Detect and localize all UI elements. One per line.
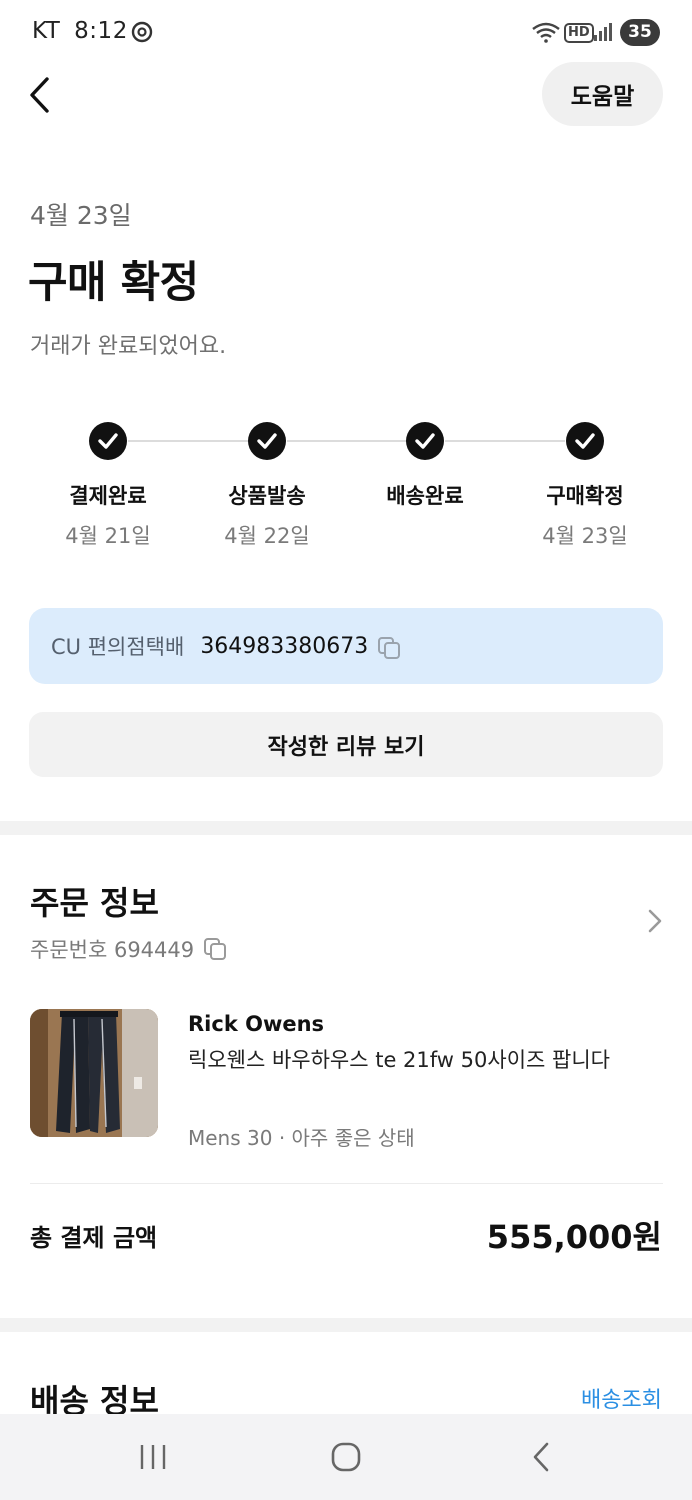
tracking-box[interactable]: CU 편의점택배 364983380673 [29, 608, 663, 684]
check-icon [248, 422, 286, 460]
step-shipped: 상품발송 4월 22일 [197, 420, 337, 550]
home-icon[interactable] [330, 1442, 362, 1472]
status-carrier-time: KT 8:12 [32, 18, 128, 44]
step-label: 결제완료 [69, 484, 147, 508]
step-date: 4월 23일 [542, 524, 628, 548]
step-payment: 결제완료 4월 21일 [38, 420, 178, 550]
copy-icon[interactable] [376, 635, 402, 661]
product-brand: Rick Owens [188, 1012, 325, 1036]
wifi-icon [532, 22, 560, 43]
battery-indicator: 35 [620, 19, 660, 46]
total-amount: 555,000원 [486, 1218, 662, 1256]
section-divider [0, 821, 692, 835]
chevron-left-icon [30, 77, 49, 113]
carrier-name: KT [32, 18, 61, 44]
order-info-title: 주문 정보 [30, 884, 159, 922]
status-subtitle: 거래가 완료되었어요. [30, 334, 227, 359]
status-bar: KT 8:12 HD 35 [0, 0, 692, 66]
page-title: 구매 확정 [28, 258, 199, 308]
chevron-right-icon[interactable] [647, 908, 663, 934]
back-button[interactable] [20, 72, 60, 118]
product-meta: Mens 30 · 아주 좋은 상태 [188, 1126, 415, 1150]
check-icon [406, 422, 444, 460]
order-number: 주문번호 694449 [30, 938, 195, 962]
step-label: 배송완료 [386, 484, 464, 508]
section-divider [0, 1318, 692, 1332]
help-button[interactable]: 도움말 [542, 62, 663, 126]
hd-badge: HD [564, 23, 594, 43]
step-label: 상품발송 [228, 484, 306, 508]
step-date: 4월 21일 [65, 524, 151, 548]
signal-icon [594, 23, 612, 41]
view-review-button[interactable]: 작성한 리뷰 보기 [29, 712, 663, 777]
step-label: 구매확정 [546, 484, 624, 508]
total-label: 총 결제 금액 [30, 1224, 158, 1252]
order-number-row[interactable]: 주문번호 694449 [30, 934, 228, 964]
step-delivered: 배송완료 [355, 420, 495, 520]
product-thumbnail[interactable] [30, 1009, 158, 1137]
step-confirmed: 구매확정 4월 23일 [515, 420, 655, 550]
product-name[interactable]: 릭오웬스 바우하우스 te 21fw 50사이즈 팝니다 [188, 1044, 628, 1077]
progress-steps: 결제완료 4월 21일 상품발송 4월 22일 배송완료 구매확정 4월 23일 [0, 420, 692, 560]
recent-apps-icon[interactable] [138, 1442, 168, 1472]
status-date: 4월 23일 [30, 201, 132, 230]
step-date: 4월 22일 [224, 524, 310, 548]
system-nav-bar [0, 1414, 692, 1500]
courier-name: CU 편의점택배 [51, 635, 185, 659]
check-icon [566, 422, 604, 460]
clock: 8:12 [74, 18, 128, 44]
tracking-number: 364983380673 [200, 633, 369, 659]
check-icon [89, 422, 127, 460]
back-nav-icon[interactable] [530, 1442, 552, 1472]
threads-icon [131, 21, 153, 43]
track-delivery-link[interactable]: 배송조회 [581, 1382, 662, 1414]
divider [30, 1183, 663, 1184]
copy-icon[interactable] [202, 936, 228, 962]
